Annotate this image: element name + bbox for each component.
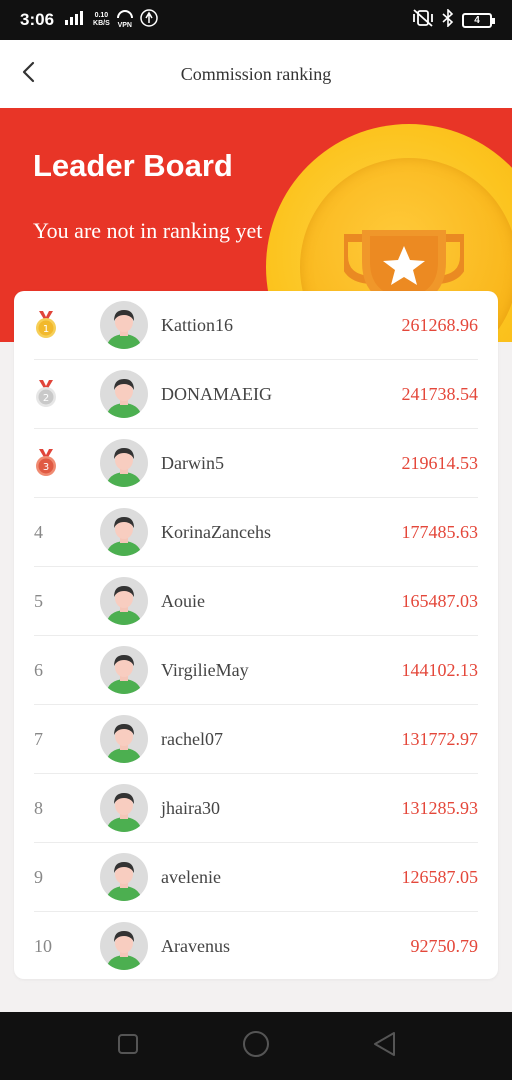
avatar[interactable] [100, 508, 148, 556]
leaderboard-row[interactable]: 3 Darwin5 219614.53 [14, 429, 498, 498]
signal-icon [64, 10, 86, 30]
rank-number: 8 [34, 798, 43, 818]
back-button[interactable] [14, 60, 42, 88]
avatar[interactable] [100, 853, 148, 901]
network-speed-value: 0.10 [94, 12, 109, 19]
rank-number: 7 [34, 729, 43, 749]
vpn-label: VPN [117, 22, 132, 29]
battery-icon: 4 [462, 12, 495, 28]
bronze-medal-icon: 3 [34, 449, 58, 482]
avatar[interactable] [100, 301, 148, 349]
rank-number: 9 [34, 867, 43, 887]
leaderboard-row[interactable]: 5 Aouie 165487.03 [14, 567, 498, 636]
avatar[interactable] [100, 922, 148, 970]
leaderboard-row[interactable]: 9 avelenie 126587.05 [14, 843, 498, 912]
commission-amount: 92750.79 [411, 912, 479, 981]
user-name: VirgilieMay [161, 660, 249, 680]
gold-medal-icon: 1 [34, 311, 58, 344]
silver-medal-icon: 2 [34, 380, 58, 413]
amount-value: 165487.03 [401, 591, 479, 611]
user-name: rachel07 [161, 729, 223, 749]
amount-value: 131772.97 [401, 729, 479, 749]
avatar[interactable] [100, 370, 148, 418]
rank-number: 10 [34, 936, 52, 956]
leaderboard-row[interactable]: 1 Kattion16 261268.96 [14, 291, 498, 360]
user-name: DONAMAEIG [161, 384, 272, 404]
leaderboard-row[interactable]: 10 Aravenus 92750.79 [14, 912, 498, 981]
amount-value: 144102.13 [401, 660, 479, 680]
status-bar: 3:06 0.10 KB/S VPN 4 [0, 0, 512, 40]
avatar[interactable] [100, 715, 148, 763]
svg-text:1: 1 [43, 324, 49, 335]
amount-value: 92750.79 [410, 936, 479, 956]
recent-apps-icon [117, 1033, 139, 1060]
user-name: jhaira30 [161, 798, 220, 818]
amount-value: 131285.93 [401, 798, 479, 818]
amount-value: 126587.05 [401, 867, 479, 887]
leaderboard-row[interactable]: 8 jhaira30 131285.93 [14, 774, 498, 843]
user-name: Aravenus [161, 936, 230, 956]
status-right-icons: 4 [412, 7, 495, 32]
leaderboard-row[interactable]: 6 VirgilieMay 144102.13 [14, 636, 498, 705]
commission-amount: 177485.63 [402, 498, 479, 567]
page-title: Commission ranking [180, 63, 332, 84]
amount-value: 219614.53 [401, 453, 479, 473]
recent-apps-button[interactable] [112, 1030, 144, 1062]
vpn-indicator: VPN [116, 10, 133, 30]
avatar[interactable] [100, 439, 148, 487]
amount-value: 177485.63 [401, 522, 479, 542]
commission-amount: 131772.97 [402, 705, 479, 774]
nav-back-button[interactable] [368, 1030, 400, 1062]
commission-amount: 165487.03 [402, 567, 479, 636]
user-name: KorinaZancehs [161, 522, 271, 542]
rank-number: 6 [34, 660, 43, 680]
user-name: avelenie [161, 867, 221, 887]
commission-amount: 261268.96 [402, 291, 479, 360]
amount-value: 261268.96 [401, 315, 479, 335]
network-speed: 0.10 KB/S [93, 12, 110, 28]
rank-number: 4 [34, 522, 43, 542]
ranking-status-text: You are not in ranking yet [33, 218, 263, 243]
home-button[interactable] [240, 1030, 272, 1062]
avatar[interactable] [100, 784, 148, 832]
back-icon [372, 1031, 396, 1062]
avatar[interactable] [100, 577, 148, 625]
vibrate-mute-icon [412, 8, 434, 32]
svg-text:3: 3 [43, 462, 49, 473]
commission-amount: 144102.13 [402, 636, 479, 705]
leaderboard-row[interactable]: 7 rachel07 131772.97 [14, 705, 498, 774]
svg-text:2: 2 [43, 393, 49, 404]
battery-level: 4 [474, 14, 480, 26]
hero-title: Leader Board [33, 148, 233, 183]
avatar[interactable] [100, 646, 148, 694]
status-time: 3:06 [20, 10, 55, 29]
leaderboard-list: 1 Kattion16 261268.96 2 DONAMAEIG 241738.54 3 D… [14, 291, 498, 979]
app-header: Commission ranking [0, 40, 512, 108]
rank-number: 5 [34, 591, 43, 611]
commission-amount: 241738.54 [402, 360, 479, 429]
home-icon [242, 1030, 270, 1063]
commission-amount: 131285.93 [402, 774, 479, 843]
user-name: Darwin5 [161, 453, 224, 473]
leaderboard-row[interactable]: 4 KorinaZancehs 177485.63 [14, 498, 498, 567]
shield-icon [140, 8, 158, 32]
user-name: Kattion16 [161, 315, 233, 335]
commission-amount: 126587.05 [402, 843, 479, 912]
system-nav-bar [0, 1012, 512, 1080]
chevron-left-icon [21, 61, 35, 88]
status-left-icons: 0.10 KB/S VPN [64, 8, 158, 32]
network-speed-unit: KB/S [93, 20, 110, 27]
bluetooth-icon [442, 7, 454, 32]
leaderboard-row[interactable]: 2 DONAMAEIG 241738.54 [14, 360, 498, 429]
amount-value: 241738.54 [401, 384, 479, 404]
commission-amount: 219614.53 [402, 429, 479, 498]
user-name: Aouie [161, 591, 205, 611]
